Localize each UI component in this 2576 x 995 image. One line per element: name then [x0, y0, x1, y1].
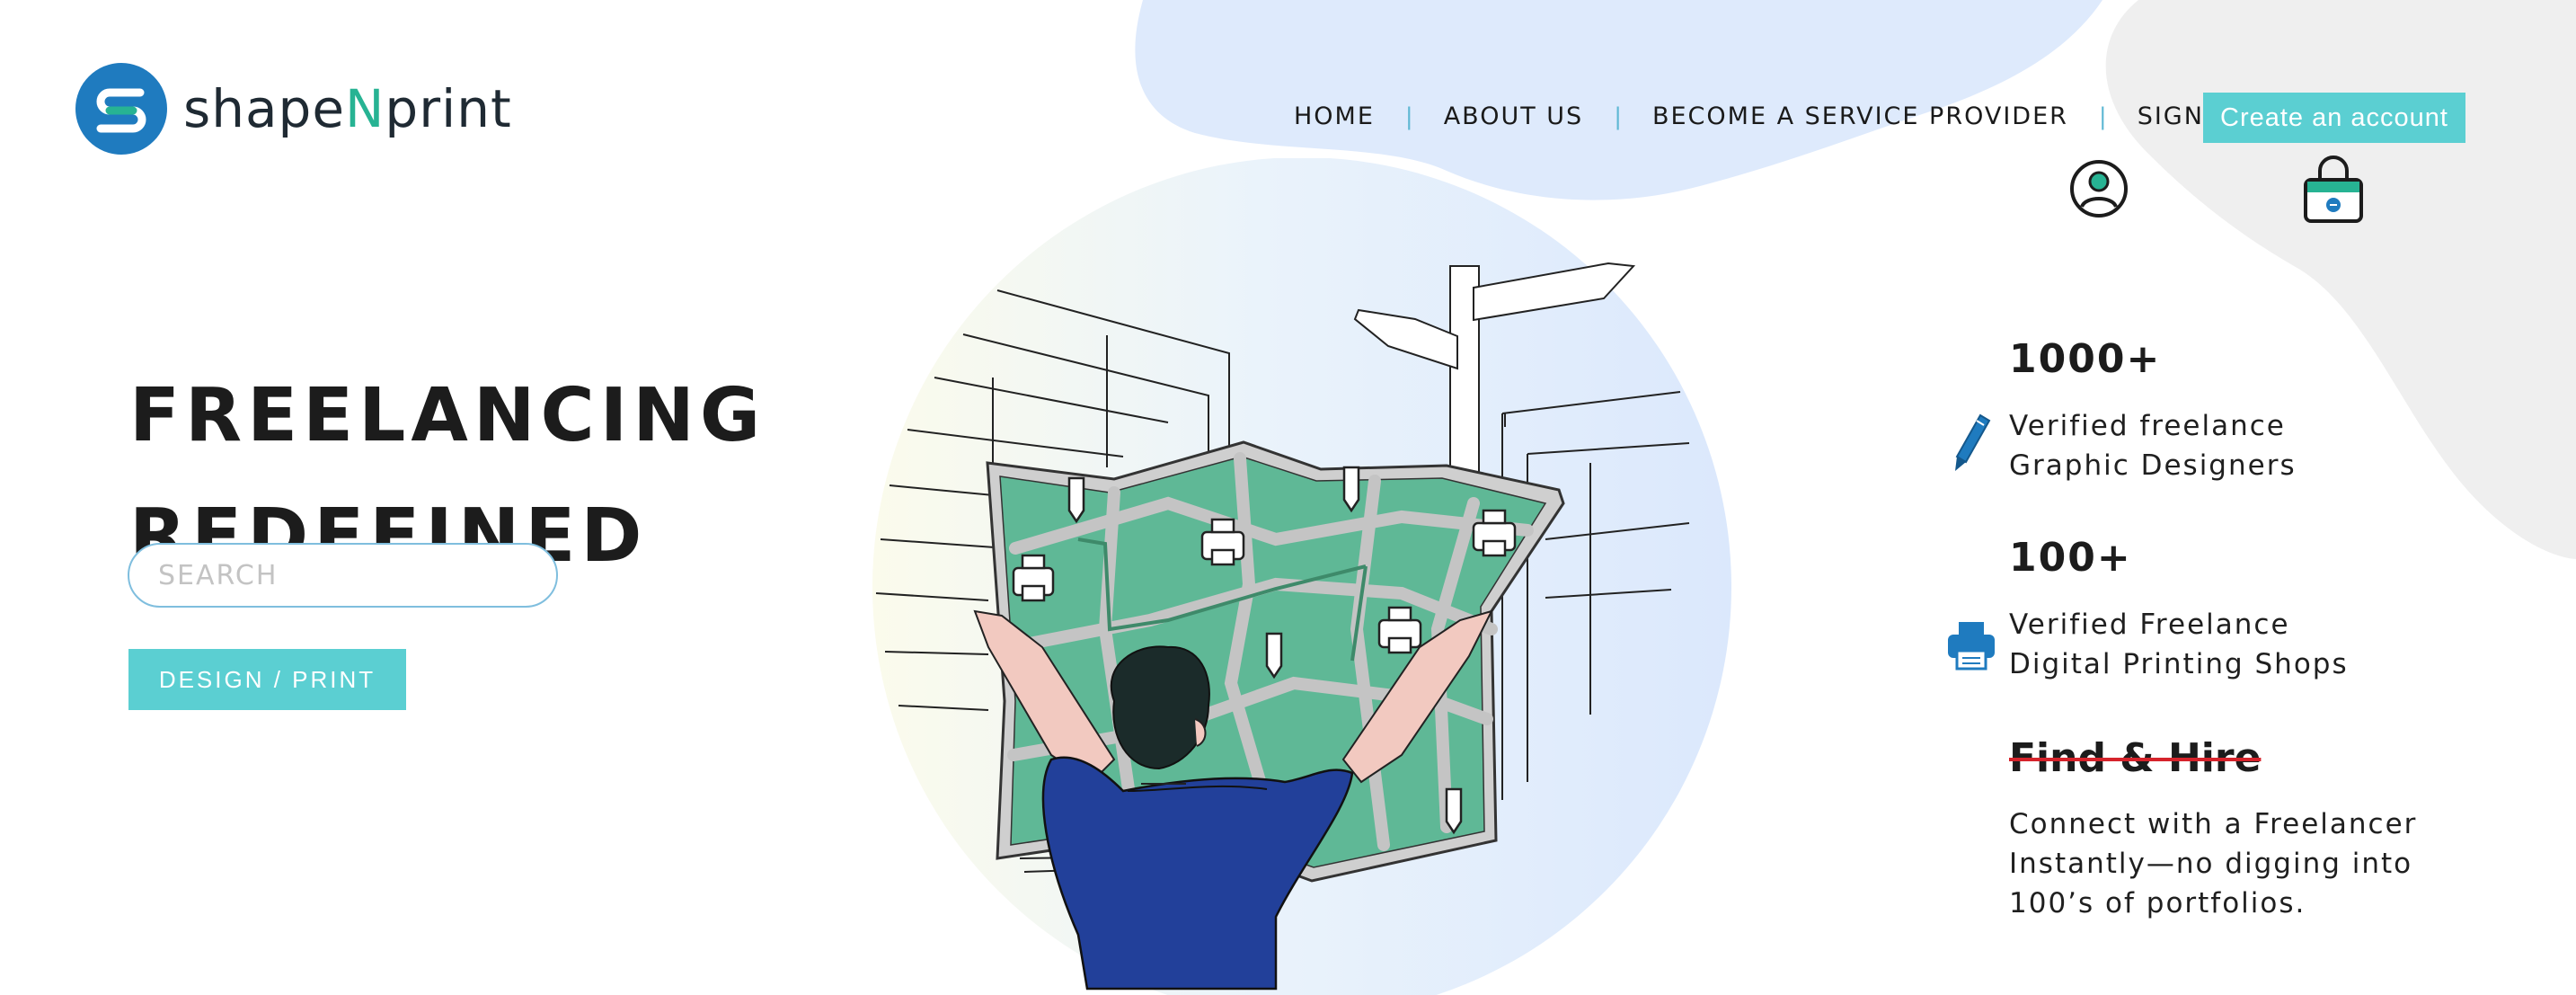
stat-shops-count: 100+ — [2009, 535, 2132, 581]
user-account-icon[interactable] — [2069, 159, 2129, 218]
search-input[interactable] — [128, 543, 558, 608]
logo-mark-icon — [75, 63, 167, 155]
pencil-icon — [1955, 413, 1991, 471]
find-hire-description: Connect with a Freelancer Instantly—no d… — [2009, 804, 2417, 923]
shopping-bag-icon[interactable] — [2300, 153, 2367, 225]
hero-map-illustration — [872, 158, 1731, 995]
nav-about-us[interactable]: ABOUT US — [1444, 102, 1584, 130]
find-hire-line: Connect with a Freelancer — [2009, 808, 2418, 840]
find-hire-line: Instantly—no digging into — [2009, 848, 2413, 880]
nav-separator: | — [2098, 102, 2107, 130]
find-hire-line: 100’s of portfolios. — [2009, 887, 2306, 919]
design-print-button[interactable]: DESIGN / PRINT — [128, 649, 406, 710]
create-account-button[interactable]: Create an account — [2203, 93, 2465, 143]
stat-shops-line: Verified Freelance — [2009, 609, 2290, 641]
hero-title-line: FREELANCING — [129, 373, 766, 458]
nav-separator: | — [1614, 102, 1622, 130]
find-hire-title: Find & Hire — [2009, 735, 2262, 781]
nav-home[interactable]: HOME — [1294, 102, 1375, 130]
stat-designers-line: Graphic Designers — [2009, 449, 2297, 482]
nav-become-provider[interactable]: BECOME A SERVICE PROVIDER — [1652, 102, 2068, 130]
stat-designers-text: Verified freelance Graphic Designers — [2009, 406, 2297, 485]
nav-separator: | — [1404, 102, 1413, 130]
stat-shops-text: Verified Freelance Digital Printing Shop… — [2009, 605, 2349, 684]
main-nav: HOME | ABOUT US | BECOME A SERVICE PROVI… — [1294, 102, 2243, 130]
stat-designers-count: 1000+ — [2009, 336, 2162, 382]
logo-wordmark: shapeNprint — [183, 78, 512, 139]
stat-designers-line: Verified freelance — [2009, 410, 2286, 442]
stat-shops-line: Digital Printing Shops — [2009, 648, 2349, 680]
printer-icon — [1948, 622, 1995, 671]
brand-logo[interactable]: shapeNprint — [75, 63, 512, 155]
